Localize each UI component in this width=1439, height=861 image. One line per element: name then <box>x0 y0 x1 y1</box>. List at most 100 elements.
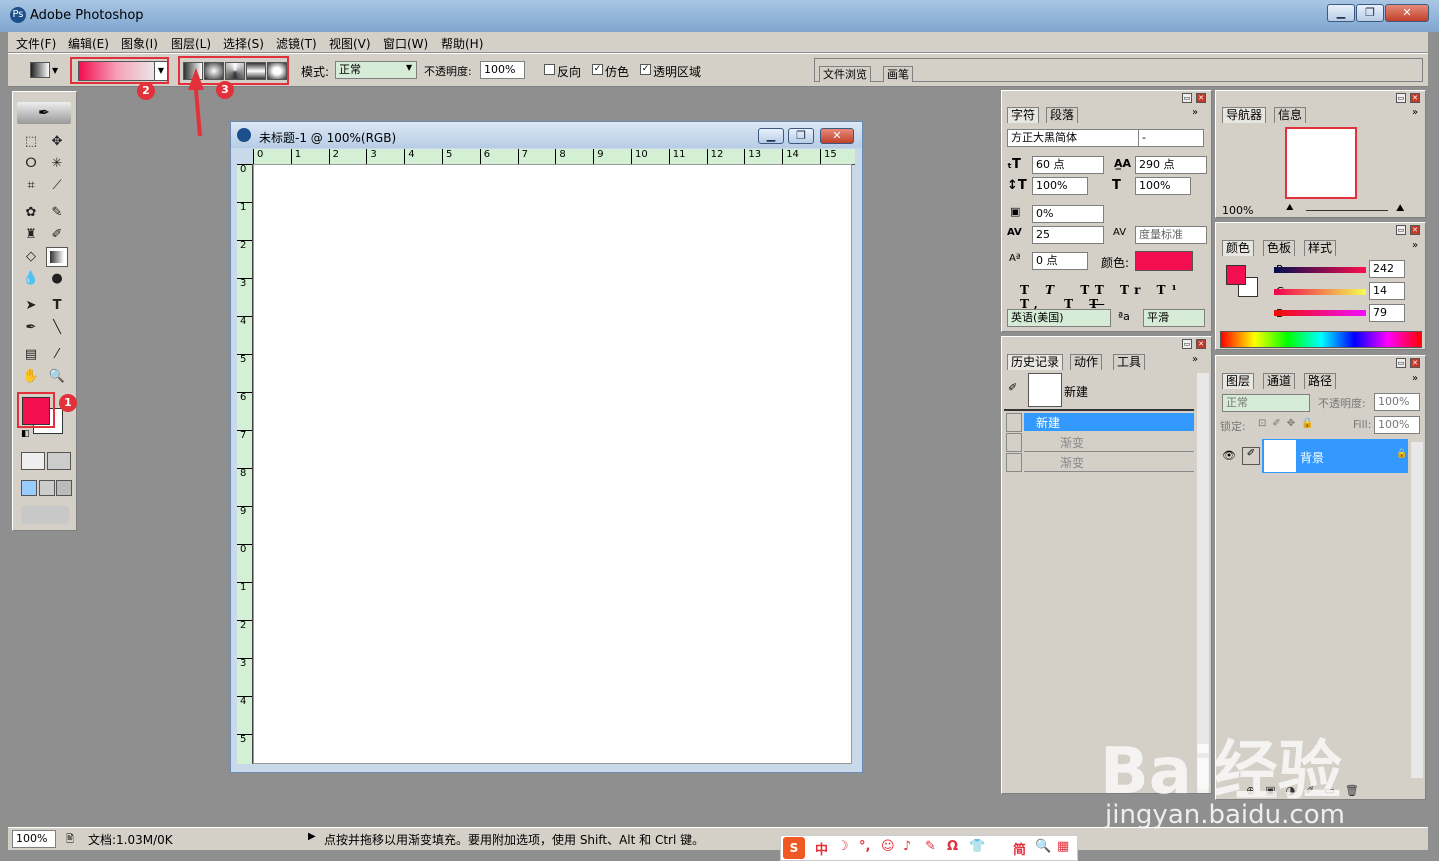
ime-moon-icon[interactable]: ☽ <box>837 839 849 854</box>
tab-actions[interactable]: 动作 <box>1070 354 1103 370</box>
tab-brushes[interactable]: 画笔 <box>883 66 913 82</box>
tab-styles[interactable]: 样式 <box>1304 240 1337 256</box>
clone-stamp-icon[interactable]: ♜ <box>20 225 42 245</box>
layer-opacity-input[interactable]: 100% <box>1374 393 1420 411</box>
g-slider[interactable] <box>1274 289 1366 295</box>
r-slider[interactable] <box>1274 267 1366 273</box>
zoom-tool-icon[interactable]: 🔍 <box>46 367 68 387</box>
gradient-dropdown-icon[interactable]: ▼ <box>154 61 168 81</box>
vertical-scale-input[interactable]: 100% <box>1032 177 1088 195</box>
menu-select[interactable]: 选择(S) <box>223 35 264 52</box>
layer-brush-icon[interactable]: ✐ <box>1242 447 1260 465</box>
history-brush-icon[interactable]: ✐ <box>46 225 68 245</box>
ime-emoji-icon[interactable]: ☺ <box>881 839 895 854</box>
font-size-input[interactable]: 60 点 <box>1032 156 1104 174</box>
tab-navigator[interactable]: 导航器 <box>1222 107 1267 123</box>
menu-view[interactable]: 视图(V) <box>329 35 371 52</box>
color-spectrum-bar[interactable] <box>1220 331 1422 348</box>
minimize-button[interactable]: ▁ <box>1327 4 1355 22</box>
menu-file[interactable]: 文件(F) <box>16 35 56 52</box>
panel-minimize-icon[interactable]: ▭ <box>1182 93 1192 103</box>
history-source-box[interactable] <box>1006 453 1022 472</box>
standard-mode-icon[interactable] <box>21 452 45 470</box>
color-fg-swatch[interactable] <box>1226 265 1246 285</box>
history-source-box[interactable] <box>1006 413 1022 432</box>
history-snapshot-row[interactable]: ✐ 新建 <box>1004 371 1194 411</box>
status-zoom[interactable]: 100% <box>12 830 56 848</box>
ime-punctuation-icon[interactable]: °, <box>859 839 870 854</box>
jump-to-imageready-icon[interactable] <box>21 506 69 524</box>
eyedropper-icon[interactable]: ⁄ <box>46 345 68 365</box>
tab-layers[interactable]: 图层 <box>1222 373 1255 389</box>
screen-mode-full-menu-icon[interactable] <box>39 480 55 496</box>
blur-tool-icon[interactable]: 💧 <box>20 269 42 289</box>
lasso-tool-icon[interactable]: ⵔ <box>20 154 42 174</box>
panel-minimize-icon[interactable]: ▭ <box>1182 339 1192 349</box>
panel-menu-icon[interactable]: » <box>1412 107 1418 118</box>
language-select[interactable]: 英语(美国) <box>1007 309 1111 327</box>
ime-symbol-icon[interactable]: Ω <box>947 839 958 854</box>
navigator-zoom[interactable]: 100% <box>1222 204 1278 217</box>
navigator-preview[interactable] <box>1285 127 1357 199</box>
history-source-box[interactable] <box>1006 433 1022 452</box>
magic-wand-icon[interactable]: ✳ <box>46 154 68 174</box>
baseline-shift-input[interactable]: 0 点 <box>1032 252 1088 270</box>
restore-button[interactable]: ❐ <box>1356 4 1384 22</box>
eraser-tool-icon[interactable]: ◇ <box>20 247 42 267</box>
panel-menu-icon[interactable]: » <box>1192 354 1198 365</box>
dodge-tool-icon[interactable]: ● <box>46 269 68 289</box>
pen-tool-icon[interactable]: ✒ <box>20 318 42 338</box>
type-tool-icon[interactable]: T <box>46 296 68 316</box>
ime-skin-icon[interactable]: 👕 <box>969 839 985 854</box>
zoom-in-icon[interactable]: ⛰ <box>1396 203 1404 214</box>
healing-brush-icon[interactable]: ✿ <box>20 203 42 223</box>
foreground-color-swatch[interactable] <box>22 397 50 425</box>
diamond-gradient-icon[interactable] <box>267 62 287 80</box>
screen-mode-full-icon[interactable] <box>56 480 72 496</box>
dither-checkbox[interactable]: ✓ <box>592 64 603 75</box>
move-tool-icon[interactable]: ✥ <box>46 132 68 152</box>
feather-logo-icon[interactable]: ✒ <box>17 102 71 124</box>
ime-handwrite-icon[interactable]: ✎ <box>925 839 936 854</box>
tsume-input[interactable]: 0% <box>1032 205 1104 223</box>
brush-tool-icon[interactable]: ✎ <box>46 203 68 223</box>
menu-filter[interactable]: 滤镜(T) <box>276 35 317 52</box>
default-colors-icon[interactable]: ◧ <box>21 429 30 439</box>
tab-file-browser[interactable]: 文件浏览 <box>819 66 871 82</box>
tab-history[interactable]: 历史记录 <box>1007 354 1064 370</box>
layer-row-background[interactable]: 背景 🔒 <box>1262 439 1408 473</box>
notes-tool-icon[interactable]: ▤ <box>20 345 42 365</box>
panel-minimize-icon[interactable]: ▭ <box>1396 358 1406 368</box>
reflected-gradient-icon[interactable] <box>246 62 266 80</box>
panel-close-icon[interactable]: ✕ <box>1410 358 1420 368</box>
transparency-checkbox[interactable]: ✓ <box>640 64 651 75</box>
panel-menu-icon[interactable]: » <box>1192 107 1198 118</box>
font-family-select[interactable]: 方正大黑简体 <box>1007 129 1140 147</box>
opacity-input[interactable]: 100% <box>480 61 525 79</box>
leading-input[interactable]: 290 点 <box>1135 156 1207 174</box>
screen-mode-standard-icon[interactable] <box>21 480 37 496</box>
slice-tool-icon[interactable]: ⟋ <box>46 176 68 196</box>
menu-layer[interactable]: 图层(L) <box>171 35 211 52</box>
menu-help[interactable]: 帮助(H) <box>441 35 483 52</box>
crop-tool-icon[interactable]: ⌗ <box>20 176 42 196</box>
fill-input[interactable]: 100% <box>1374 416 1420 434</box>
hand-tool-icon[interactable]: ✋ <box>20 367 42 387</box>
panel-minimize-icon[interactable]: ▭ <box>1396 93 1406 103</box>
horizontal-scale-input[interactable]: 100% <box>1135 177 1191 195</box>
panel-close-icon[interactable]: ✕ <box>1196 339 1206 349</box>
status-arrow-icon[interactable]: ▶ <box>308 831 316 842</box>
ime-chinese-mode[interactable]: 中 <box>815 839 828 858</box>
panel-menu-icon[interactable]: » <box>1412 240 1418 251</box>
menu-image[interactable]: 图象(I) <box>121 35 158 52</box>
menu-window[interactable]: 窗口(W) <box>383 35 428 52</box>
tab-tools[interactable]: 工具 <box>1113 354 1146 370</box>
blend-mode-select[interactable]: 正常 <box>1222 394 1310 412</box>
document-canvas[interactable] <box>253 164 852 764</box>
tab-paths[interactable]: 路径 <box>1304 373 1337 389</box>
text-color-swatch[interactable] <box>1135 251 1193 271</box>
tool-preset-icon[interactable] <box>30 62 50 78</box>
tracking-input[interactable]: 25 <box>1032 226 1104 244</box>
kerning-select[interactable]: 度量标准 <box>1135 226 1207 244</box>
close-button[interactable]: ✕ <box>1385 4 1429 22</box>
